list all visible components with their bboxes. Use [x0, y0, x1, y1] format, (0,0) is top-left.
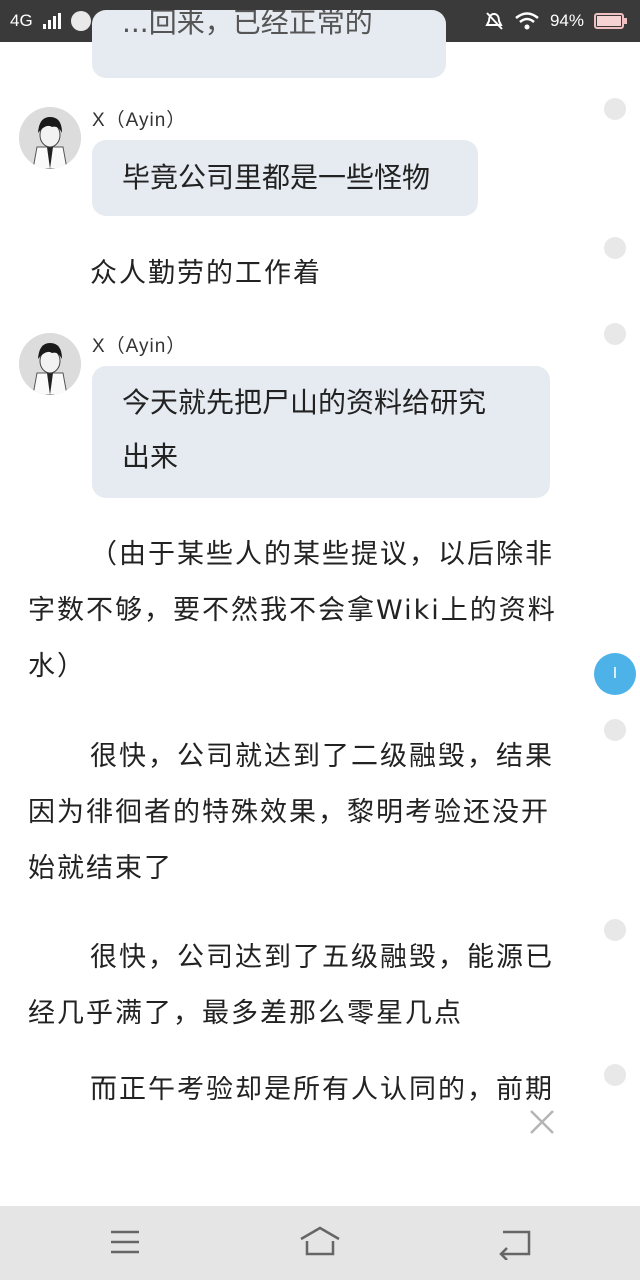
- narration-line: 水）: [28, 651, 86, 682]
- narration-line: 因为徘徊者的特殊效果，黎明考验还没开: [28, 797, 550, 828]
- narration-line: 始就结束了: [28, 853, 173, 884]
- message-line: 出来: [122, 440, 179, 473]
- home-icon[interactable]: [298, 1224, 342, 1260]
- speaker-name: X（Ayin）: [92, 110, 187, 131]
- avatar[interactable]: [19, 107, 81, 169]
- message-bubble: 毕竟公司里都是一些怪物: [92, 140, 478, 216]
- narration-line: 而正午考验却是所有人认同的，前期: [90, 1076, 554, 1105]
- comment-dot[interactable]: [604, 237, 626, 259]
- character-portrait-icon: [19, 333, 81, 395]
- comment-dot[interactable]: [604, 1064, 626, 1086]
- network-label: 4G: [10, 11, 33, 30]
- narration-paragraph: 很快，公司达到了五级融毁，能源已 经几乎满了，最多差那么零星几点: [28, 930, 580, 1042]
- comment-dot[interactable]: [604, 919, 626, 941]
- narration-text: 众人勤劳的工作着: [90, 258, 322, 289]
- narration-line: （由于某些人的某些提议，以后除非: [90, 539, 554, 570]
- mute-icon: [485, 12, 503, 30]
- navigation-bar: [0, 1206, 640, 1280]
- browser-icon: [70, 11, 91, 31]
- narration-paragraph: 而正午考验却是所有人认同的，前期: [28, 1076, 580, 1106]
- message-text: 毕竟公司里都是一些怪物: [122, 161, 431, 194]
- narration-line: 很快，公司就达到了二级融毁，结果: [90, 741, 554, 772]
- close-icon[interactable]: [526, 1106, 558, 1138]
- back-icon[interactable]: [493, 1224, 537, 1260]
- character-portrait-icon: [19, 107, 81, 169]
- message-bubble: 今天就先把尸山的资料给研究 出来: [92, 366, 550, 498]
- battery-label: 94%: [549, 11, 584, 30]
- comment-dot[interactable]: [604, 719, 626, 741]
- avatar[interactable]: [19, 333, 81, 395]
- comment-dot[interactable]: [604, 323, 626, 345]
- message-bubble: ...回来，已经正常的: [92, 10, 446, 78]
- narration-paragraph: 很快，公司就达到了二级融毁，结果 因为徘徊者的特殊效果，黎明考验还没开 始就结束…: [28, 729, 580, 897]
- narration-paragraph: （由于某些人的某些提议，以后除非 字数不够，要不然我不会拿Wiki上的资料 水）: [28, 527, 580, 695]
- message-line: 今天就先把尸山的资料给研究: [122, 386, 487, 419]
- wifi-icon: [515, 12, 539, 30]
- menu-icon[interactable]: [103, 1224, 147, 1260]
- comment-count-badge[interactable]: I: [594, 653, 636, 695]
- comment-dot[interactable]: [604, 98, 626, 120]
- signal-icon: [42, 13, 61, 29]
- speaker-name: X（Ayin）: [92, 336, 187, 357]
- narration-line: 很快，公司达到了五级融毁，能源已: [90, 942, 554, 973]
- narration-line: 字数不够，要不然我不会拿Wiki上的资料: [28, 595, 557, 626]
- battery-icon: [594, 13, 627, 29]
- narration-line: 经几乎满了，最多差那么零星几点: [28, 998, 463, 1029]
